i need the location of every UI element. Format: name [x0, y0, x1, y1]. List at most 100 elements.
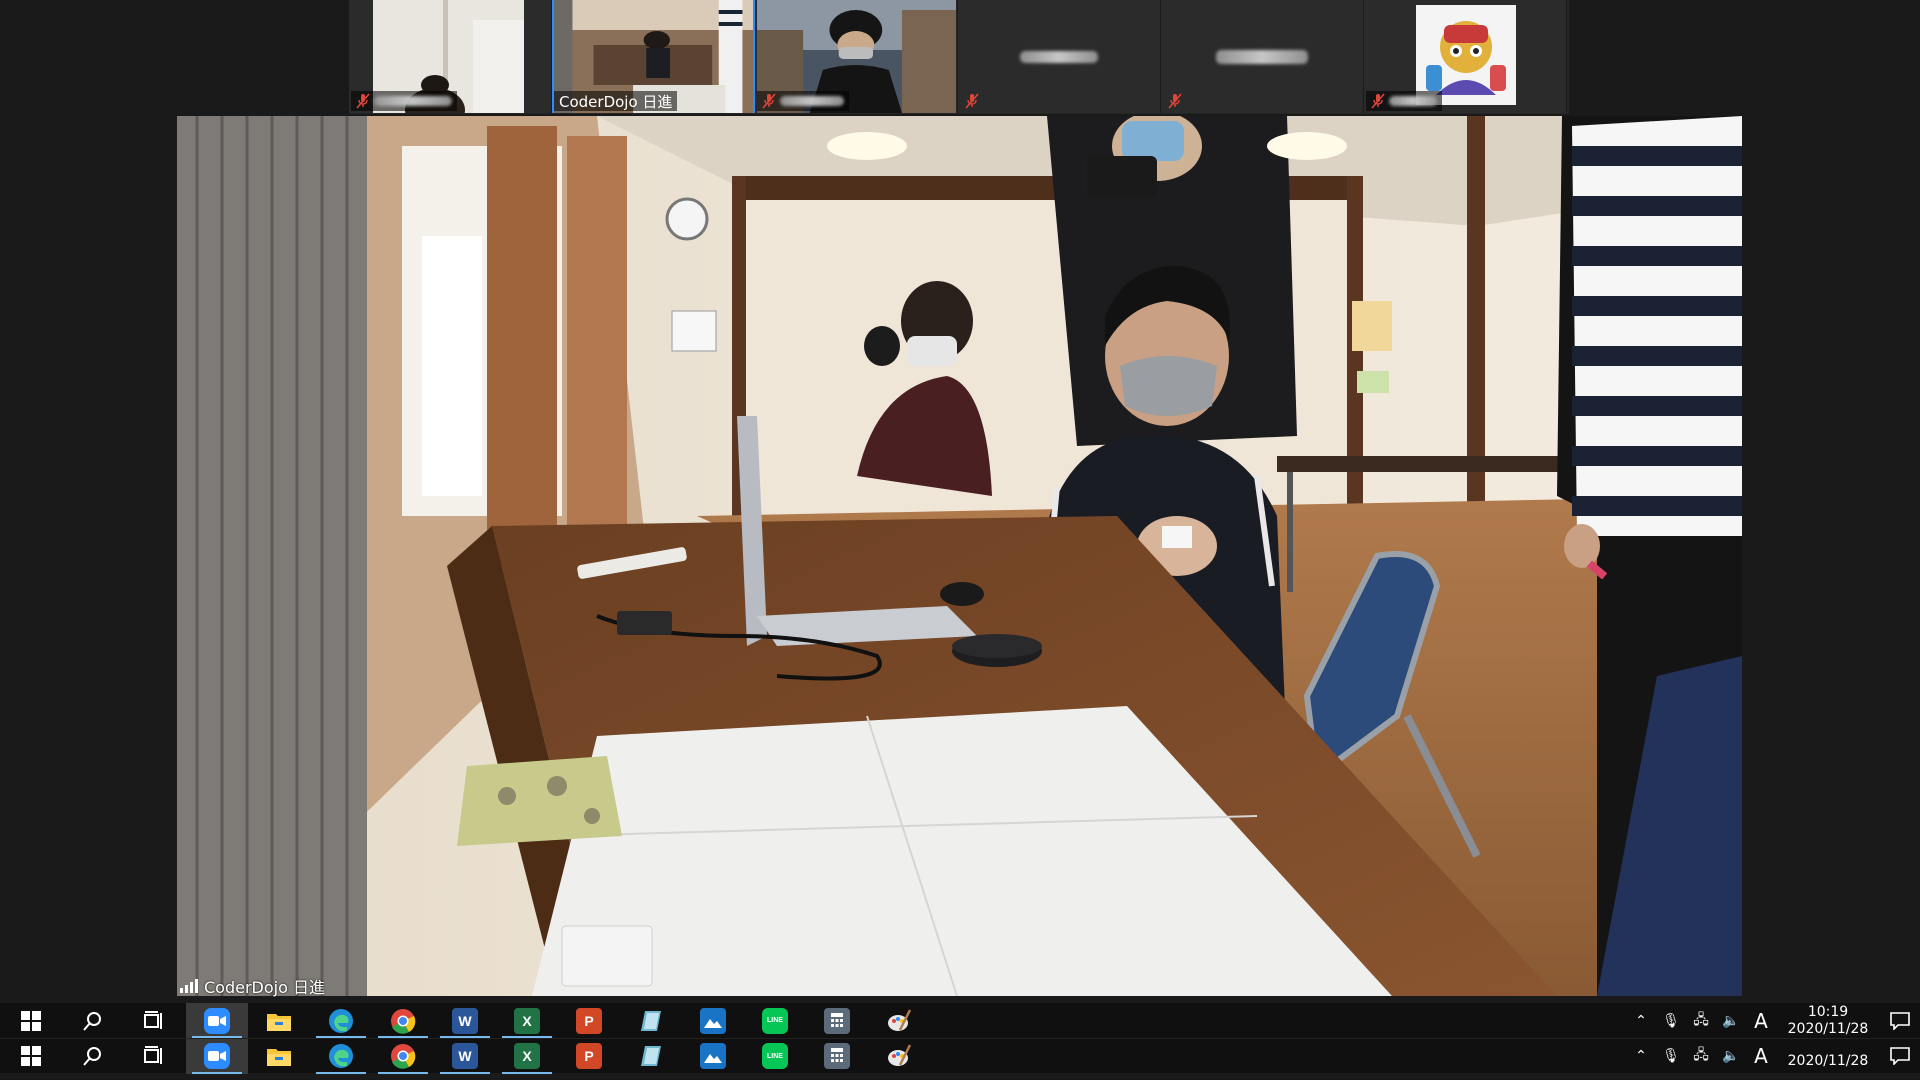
taskbar-app-line[interactable]: LINE	[744, 1039, 806, 1074]
paint-icon	[886, 1043, 912, 1069]
excel-icon: X	[514, 1043, 540, 1069]
participant-name-bar	[757, 91, 849, 111]
participant-tile[interactable]	[958, 0, 1161, 113]
classroom-scene	[177, 116, 1742, 996]
action-center-button[interactable]	[1880, 1011, 1920, 1030]
ime-mode-indicator[interactable]: A	[1746, 1003, 1776, 1038]
zoom-meeting-window: CoderDojo 日進 CoderDojo 日進 W X P LINE ⌃ 🎙…	[0, 0, 1920, 1080]
line-icon: LINE	[762, 1007, 788, 1034]
search-button[interactable]	[62, 1039, 124, 1074]
taskbar-app-word[interactable]: W	[434, 1039, 496, 1074]
taskbar-app-chrome[interactable]	[372, 1003, 434, 1038]
clock-date: 2020/11/28	[1787, 1052, 1869, 1069]
start-button[interactable]	[0, 1039, 62, 1074]
muted-mic-icon	[762, 93, 776, 109]
participant-name: CoderDojo 日進	[559, 92, 673, 111]
taskbar-clock[interactable]: 10:19 2020/11/28	[1776, 1004, 1880, 1038]
active-speaker-video[interactable]	[177, 116, 1742, 996]
taskbar-app-chrome[interactable]	[372, 1039, 434, 1074]
system-tray: ⌃ 🎙 🖧 🔈 A 10:19 2020/11/28	[1626, 1003, 1920, 1038]
participant-tile[interactable]	[755, 0, 958, 113]
volume-icon[interactable]: 🔈	[1716, 1003, 1746, 1038]
participant-tile[interactable]	[349, 0, 552, 113]
taskbar-app-sticky-app[interactable]	[620, 1039, 682, 1074]
zoom-icon	[204, 1043, 230, 1069]
participant-name-bar	[1163, 91, 1187, 111]
file-explorer-icon	[266, 1043, 292, 1069]
taskbar-app-calculator[interactable]	[806, 1003, 868, 1038]
taskbar-app-calculator[interactable]	[806, 1039, 868, 1074]
network-icon[interactable]: 🖧	[1686, 1039, 1716, 1074]
muted-mic-icon	[965, 93, 979, 109]
taskbar-app-edge[interactable]	[310, 1039, 372, 1074]
show-hidden-icons-chevron-icon[interactable]: ⌃	[1626, 1039, 1656, 1074]
task-view-icon	[144, 1010, 162, 1029]
participant-gallery-strip: CoderDojo 日進	[349, 0, 1569, 114]
file-explorer-icon	[266, 1008, 292, 1034]
taskbar-app-file-explorer[interactable]	[248, 1003, 310, 1038]
taskbar-app-photos[interactable]	[682, 1003, 744, 1038]
show-hidden-icons-chevron-icon[interactable]: ⌃	[1626, 1003, 1656, 1038]
start-button[interactable]	[0, 1003, 62, 1038]
windows-logo-icon	[21, 1046, 41, 1066]
sticky-app-icon	[638, 1043, 664, 1069]
clock-time: 10:19	[1807, 1003, 1849, 1020]
ime-mode-indicator[interactable]: A	[1746, 1039, 1776, 1074]
participant-tile-active-speaker[interactable]: CoderDojo 日進	[552, 0, 755, 113]
participant-display-name	[1020, 50, 1098, 63]
powerpoint-icon: P	[576, 1007, 602, 1034]
participant-name-bar	[351, 91, 457, 111]
chrome-icon	[390, 1043, 416, 1069]
volume-icon[interactable]: 🔈	[1716, 1039, 1746, 1074]
taskbar-app-powerpoint[interactable]: P	[558, 1003, 620, 1038]
windows-taskbar: W X P LINE ⌃ 🎙 🖧 🔈 A 10:19 2020/11/28	[0, 1003, 1920, 1038]
taskbar-app-excel[interactable]: X	[496, 1039, 558, 1074]
taskbar-app-word[interactable]: W	[434, 1003, 496, 1038]
connection-signal-icon	[180, 979, 198, 993]
search-icon	[83, 1011, 101, 1031]
powerpoint-icon: P	[576, 1043, 602, 1069]
taskbar-app-zoom[interactable]	[186, 1003, 248, 1038]
participant-name-bar	[960, 91, 984, 111]
microphone-icon[interactable]: 🎙	[1656, 1039, 1686, 1074]
excel-icon: X	[514, 1007, 540, 1034]
zoom-icon	[204, 1007, 230, 1034]
system-tray: ⌃ 🎙 🖧 🔈 A 2020/11/28	[1626, 1039, 1920, 1074]
search-icon	[83, 1047, 101, 1066]
edge-icon	[328, 1043, 354, 1069]
taskbar-app-paint[interactable]	[868, 1003, 930, 1038]
microphone-icon[interactable]: 🎙	[1656, 1003, 1686, 1038]
network-icon[interactable]: 🖧	[1686, 1003, 1716, 1038]
taskbar-app-zoom[interactable]	[186, 1038, 248, 1074]
task-view-icon	[144, 1046, 162, 1064]
blurred-participant-name	[780, 96, 844, 106]
muted-mic-icon	[356, 93, 370, 109]
taskbar-app-photos[interactable]	[682, 1039, 744, 1074]
taskbar-app-paint[interactable]	[868, 1039, 930, 1074]
action-center-button[interactable]	[1880, 1047, 1920, 1065]
sticky-app-icon	[638, 1008, 664, 1034]
calculator-icon	[824, 1007, 850, 1034]
notification-icon	[1890, 1011, 1910, 1030]
photos-icon	[700, 1007, 726, 1034]
taskbar-app-excel[interactable]: X	[496, 1003, 558, 1038]
task-view-button[interactable]	[124, 1039, 186, 1074]
participant-name-bar	[1366, 91, 1442, 111]
taskbar-app-edge[interactable]	[310, 1003, 372, 1038]
taskbar-app-file-explorer[interactable]	[248, 1039, 310, 1074]
muted-mic-icon	[1371, 93, 1385, 109]
taskbar-app-powerpoint[interactable]: P	[558, 1039, 620, 1074]
taskbar-clock[interactable]: 2020/11/28	[1776, 1043, 1880, 1070]
taskbar-app-sticky-app[interactable]	[620, 1003, 682, 1038]
participant-tile[interactable]	[1364, 0, 1567, 113]
search-button[interactable]	[62, 1003, 124, 1038]
word-icon: W	[452, 1043, 478, 1069]
task-view-button[interactable]	[124, 1003, 186, 1038]
windows-logo-icon	[21, 1010, 41, 1031]
muted-mic-icon	[1168, 93, 1182, 109]
chrome-icon	[390, 1008, 416, 1034]
taskbar-app-line[interactable]: LINE	[744, 1003, 806, 1038]
blurred-participant-name	[1389, 96, 1437, 106]
notification-icon	[1890, 1047, 1910, 1065]
participant-tile[interactable]	[1161, 0, 1364, 113]
